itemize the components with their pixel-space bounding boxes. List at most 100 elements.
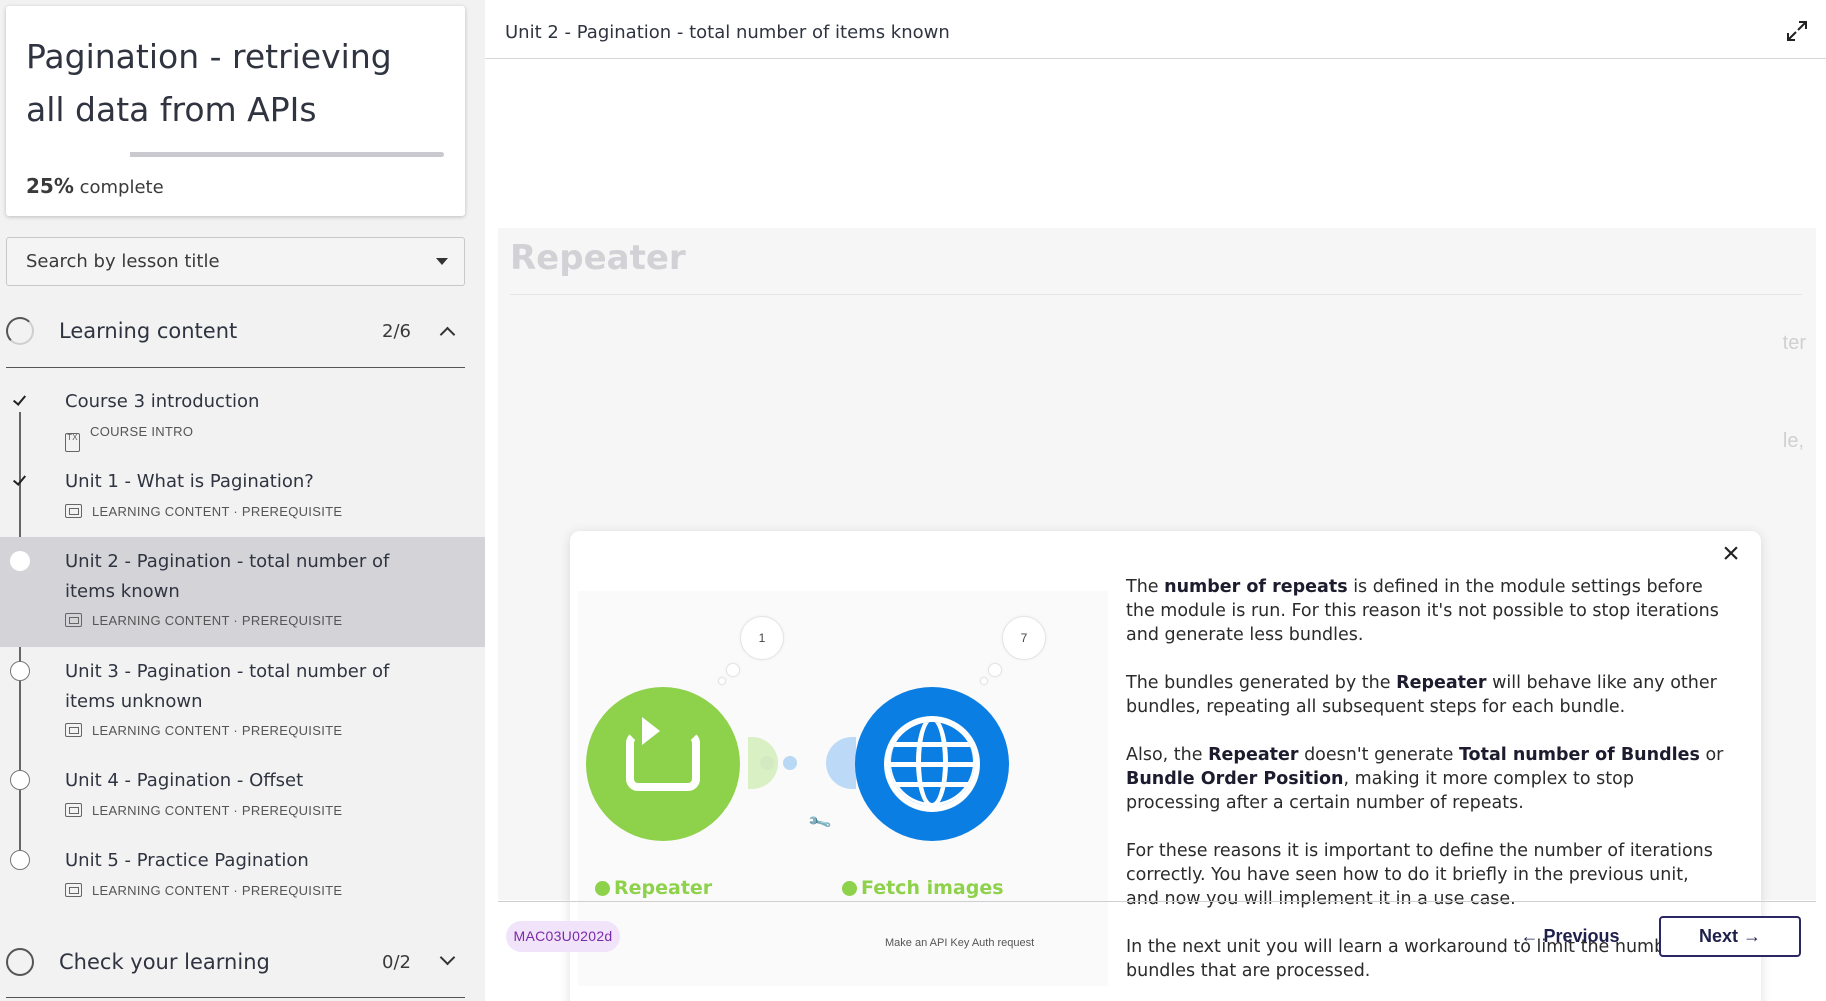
section-count: 0/2 bbox=[382, 952, 411, 973]
lesson-search-select[interactable]: Search by lesson title bbox=[6, 237, 465, 286]
lesson-meta-text: LEARNING CONTENT · PREREQUISITE bbox=[92, 613, 343, 628]
fetch-images-sublabel: Make an API Key Auth request bbox=[885, 937, 1035, 949]
status-ok-icon bbox=[842, 881, 857, 896]
caret-down-icon bbox=[436, 258, 448, 265]
bundle-bubble-small bbox=[726, 663, 740, 677]
background-heading: Repeater bbox=[510, 238, 686, 278]
progress-value: 25% bbox=[26, 174, 74, 198]
lesson-title: Unit 2 - Pagination - total number of it… bbox=[65, 551, 390, 602]
lesson-item-unit-4[interactable]: Unit 4 - Pagination - Offset LEARNING CO… bbox=[0, 760, 485, 838]
lesson-title: Unit 4 - Pagination - Offset bbox=[65, 770, 304, 791]
next-button[interactable]: Next → bbox=[1659, 916, 1801, 957]
modal-paragraph: In the next unit you will learn a workar… bbox=[1126, 937, 1706, 981]
previous-button[interactable]: ← Previous bbox=[1510, 915, 1630, 957]
status-ok-icon bbox=[595, 881, 610, 896]
background-divider bbox=[510, 294, 1802, 295]
course-progress-fill bbox=[130, 152, 209, 157]
repeat-arrow-icon bbox=[642, 717, 660, 745]
media-icon bbox=[65, 723, 82, 737]
course-title: Pagination - retrieving all data from AP… bbox=[26, 37, 392, 129]
current-lesson-marker-icon bbox=[10, 551, 30, 571]
lesson-item-course-intro[interactable]: Course 3 introduction TX COURSE INTRO bbox=[0, 381, 485, 459]
modal-paragraph: The number of repeats is defined in the … bbox=[1126, 577, 1719, 645]
module-connector bbox=[826, 737, 856, 789]
lesson-meta: LEARNING CONTENT · PREREQUISITE bbox=[65, 883, 342, 898]
lesson-header-bar: Unit 2 - Pagination - total number of it… bbox=[485, 0, 1826, 59]
lesson-content-area: Repeater ter le, × 1 7 🔧 Repeater Fetch … bbox=[498, 228, 1816, 1001]
lesson-item-unit-5[interactable]: Unit 5 - Practice Pagination LEARNING CO… bbox=[0, 840, 485, 918]
lesson-title: Unit 1 - What is Pagination? bbox=[65, 471, 314, 492]
section-divider bbox=[6, 997, 465, 998]
expand-icon[interactable] bbox=[1786, 20, 1808, 42]
media-icon bbox=[65, 613, 82, 627]
document-icon: TX bbox=[65, 433, 80, 452]
footer-divider bbox=[498, 901, 1816, 902]
course-progress-bar bbox=[130, 152, 444, 157]
bundle-bubble-small bbox=[980, 677, 988, 685]
media-icon bbox=[65, 504, 82, 518]
lesson-meta-text: LEARNING CONTENT · PREREQUISITE bbox=[92, 723, 343, 738]
bundle-bubble-small bbox=[988, 663, 1002, 677]
course-sidebar: Pagination - retrieving all data from AP… bbox=[0, 0, 485, 1001]
lesson-code-badge: MAC03U0202d bbox=[506, 921, 620, 952]
lesson-search-label: Search by lesson title bbox=[26, 251, 220, 272]
close-icon[interactable]: × bbox=[1719, 539, 1743, 569]
repeat-icon bbox=[626, 731, 700, 791]
background-text-fragment: le, bbox=[1782, 430, 1804, 452]
lesson-main-panel: Unit 2 - Pagination - total number of it… bbox=[485, 0, 1826, 1001]
course-card: Pagination - retrieving all data from AP… bbox=[6, 6, 465, 216]
chevron-down-icon bbox=[439, 949, 456, 966]
lesson-title: Unit 5 - Practice Pagination bbox=[65, 850, 309, 871]
check-icon bbox=[10, 391, 30, 411]
fetch-images-module-label: Fetch images bbox=[842, 877, 1004, 899]
lesson-meta: LEARNING CONTENT · PREREQUISITE bbox=[65, 504, 342, 519]
scenario-illustration: 1 7 🔧 Repeater Fetch images Make an API … bbox=[578, 591, 1108, 986]
repeater-module-label: Repeater bbox=[595, 877, 712, 899]
lesson-meta: TX COURSE INTRO bbox=[65, 424, 193, 452]
section-count: 2/6 bbox=[382, 321, 411, 342]
globe-icon bbox=[884, 716, 980, 812]
repeater-label-text: Repeater bbox=[614, 877, 713, 899]
media-icon bbox=[65, 803, 82, 817]
bundle-count: 1 bbox=[758, 631, 766, 645]
modal-paragraph: Also, the Repeater doesn't generate Tota… bbox=[1126, 745, 1724, 813]
section-title: Check your learning bbox=[59, 950, 270, 974]
lesson-header-title: Unit 2 - Pagination - total number of it… bbox=[505, 22, 950, 43]
repeater-module-icon bbox=[586, 687, 740, 841]
lesson-meta-text: COURSE INTRO bbox=[90, 424, 194, 439]
lesson-item-unit-3[interactable]: Unit 3 - Pagination - total number of it… bbox=[0, 651, 485, 749]
background-text-fragment: ter bbox=[1782, 332, 1806, 354]
lesson-meta-text: LEARNING CONTENT · PREREQUISITE bbox=[92, 803, 343, 818]
lesson-meta: LEARNING CONTENT · PREREQUISITE bbox=[65, 803, 342, 818]
bundle-bubble-small bbox=[718, 677, 726, 685]
incomplete-circle-icon bbox=[10, 770, 30, 790]
lesson-title: Unit 3 - Pagination - total number of it… bbox=[65, 661, 390, 712]
lesson-meta: LEARNING CONTENT · PREREQUISITE bbox=[65, 613, 342, 628]
http-module-icon bbox=[855, 687, 1009, 841]
connector-dot bbox=[760, 756, 774, 770]
chevron-up-icon bbox=[439, 326, 456, 343]
lesson-item-unit-2[interactable]: Unit 2 - Pagination - total number of it… bbox=[0, 537, 485, 647]
connector-dot bbox=[783, 756, 797, 770]
section-header-learning-content[interactable]: Learning content 2/6 bbox=[6, 301, 465, 361]
lesson-item-unit-1[interactable]: Unit 1 - What is Pagination? LEARNING CO… bbox=[0, 461, 485, 539]
lesson-meta-text: LEARNING CONTENT · PREREQUISITE bbox=[92, 883, 343, 898]
section-header-check-your-learning[interactable]: Check your learning 0/2 bbox=[6, 932, 465, 992]
modal-text: The number of repeats is defined in the … bbox=[1126, 575, 1726, 1001]
section-title: Learning content bbox=[59, 319, 238, 343]
progress-suffix: complete bbox=[79, 177, 164, 198]
incomplete-circle-icon bbox=[10, 661, 30, 681]
modal-paragraph: The bundles generated by the Repeater wi… bbox=[1126, 673, 1717, 717]
lesson-title: Course 3 introduction bbox=[65, 391, 260, 412]
check-icon bbox=[10, 471, 30, 491]
section-divider bbox=[6, 367, 465, 368]
lesson-meta-text: LEARNING CONTENT · PREREQUISITE bbox=[92, 504, 343, 519]
lesson-meta: LEARNING CONTENT · PREREQUISITE bbox=[65, 723, 342, 738]
wrench-icon: 🔧 bbox=[807, 811, 834, 836]
bundle-count: 7 bbox=[1020, 631, 1028, 645]
section-progress-ring-icon bbox=[6, 948, 34, 976]
incomplete-circle-icon bbox=[10, 850, 30, 870]
fetch-images-label-text: Fetch images bbox=[861, 877, 1004, 899]
media-icon bbox=[65, 883, 82, 897]
section-progress-ring-icon bbox=[6, 317, 34, 345]
